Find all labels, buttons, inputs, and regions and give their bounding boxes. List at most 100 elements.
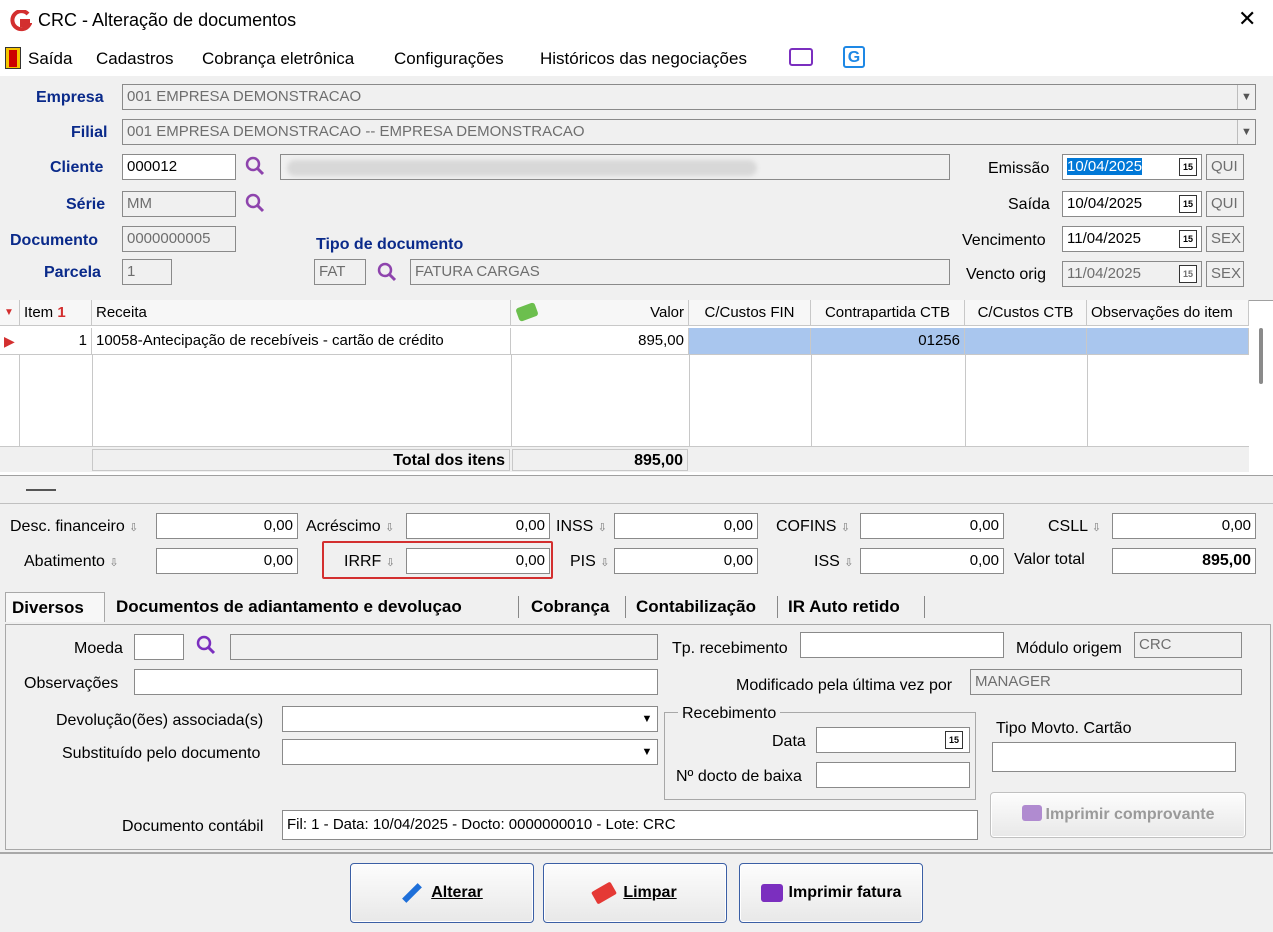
chevron-down-icon[interactable]: ▼ (639, 742, 655, 762)
cell-valor: 895,00 (511, 328, 689, 354)
col-cc-fin[interactable]: C/Custos FIN (689, 300, 811, 326)
iss-input[interactable]: 0,00 (860, 548, 1004, 574)
observacoes-input[interactable] (134, 669, 658, 695)
inss-label: INSS ⇩ (556, 518, 608, 535)
pis-input[interactable]: 0,00 (614, 548, 758, 574)
tipo-movto-input[interactable] (992, 742, 1236, 772)
grid-line (811, 354, 812, 446)
app-logo-icon (10, 10, 32, 32)
doc-contabil-field: Fil: 1 - Data: 10/04/2025 - Docto: 00000… (282, 810, 978, 840)
filial-combo[interactable]: 001 EMPRESA DEMONSTRACAO -- EMPRESA DEMO… (122, 119, 1256, 145)
csll-input[interactable]: 0,00 (1112, 513, 1256, 539)
menu-historicos[interactable]: Históricos das negociações (540, 49, 747, 69)
arrow-down-icon: ⇩ (129, 522, 139, 534)
col-receita[interactable]: Receita (92, 300, 511, 326)
cliente-input[interactable]: 000012 (122, 154, 236, 180)
search-icon[interactable] (245, 193, 265, 213)
total-value: 895,00 (512, 449, 688, 471)
col-item[interactable]: Item 1 (20, 300, 92, 326)
printer-icon (760, 883, 783, 902)
sort-asc-icon: 1 (57, 304, 66, 321)
serie-input[interactable]: MM (122, 191, 236, 217)
parcela-input[interactable]: 1 (122, 259, 172, 285)
documento-input[interactable]: 0000000005 (122, 226, 236, 252)
cell-receita: 10058-Antecipação de recebíveis - cartão… (92, 328, 511, 354)
acrescimo-input[interactable]: 0,00 (406, 513, 550, 539)
menu-saida[interactable]: Saída (28, 49, 72, 69)
substituido-combo[interactable]: ▼ (282, 739, 658, 765)
data-input[interactable]: / / 15 (816, 727, 970, 753)
col-valor[interactable]: Valor (511, 300, 689, 326)
close-icon[interactable]: ✕ (1238, 6, 1256, 32)
tab-separator (924, 596, 925, 618)
sort-indicator-icon: ▼ (0, 300, 20, 326)
pis-label: PIS ⇩ (570, 553, 610, 570)
col-observacoes[interactable]: Observações do item (1087, 300, 1249, 326)
inss-input[interactable]: 0,00 (614, 513, 758, 539)
tab-separator (777, 596, 778, 618)
tab-ir-auto-retido[interactable]: IR Auto retido (788, 592, 900, 622)
chevron-down-icon[interactable]: ▼ (639, 709, 655, 729)
emissao-label: Emissão (988, 160, 1050, 177)
vencimento-weekday: SEX (1206, 226, 1244, 252)
calendar-icon[interactable]: 15 (1179, 195, 1197, 213)
splitter-handle[interactable] (26, 489, 56, 491)
tab-cobranca[interactable]: Cobrança (531, 592, 609, 622)
tab-adiantamento[interactable]: Documentos de adiantamento e devoluçao (116, 592, 462, 622)
devolucao-combo[interactable]: ▼ (282, 706, 658, 732)
limpar-button[interactable]: Limpar (543, 863, 727, 923)
monitor-icon[interactable] (789, 48, 813, 66)
arrow-down-icon: ⇩ (600, 557, 610, 569)
saida-date[interactable]: 10/04/2025 15 (1062, 191, 1202, 217)
chevron-down-icon[interactable]: ▼ (1237, 120, 1255, 144)
abatimento-input[interactable]: 0,00 (156, 548, 298, 574)
tp-recebimento-label: Tp. recebimento (672, 640, 788, 657)
cell-cc-ctb[interactable] (965, 328, 1087, 354)
tp-recebimento-input[interactable] (800, 632, 1004, 658)
menu-cadastros[interactable]: Cadastros (96, 49, 173, 69)
cell-observacoes[interactable] (1087, 328, 1249, 354)
tipo-doc-code[interactable]: FAT (314, 259, 366, 285)
substituido-label: Substituído pelo documento (62, 745, 261, 762)
title-bar: CRC - Alteração de documentos ✕ (0, 0, 1273, 42)
search-icon[interactable] (245, 156, 265, 176)
cell-cc-fin[interactable] (689, 328, 811, 354)
irrf-input[interactable]: 0,00 (406, 548, 550, 574)
search-icon[interactable] (196, 635, 216, 655)
col-contrapartida[interactable]: Contrapartida CTB (811, 300, 965, 326)
alterar-button[interactable]: Alterar (350, 863, 534, 923)
arrow-down-icon: ⇩ (840, 522, 851, 534)
imprimir-comprovante-button[interactable]: Imprimir comprovante (990, 792, 1246, 838)
recebimento-group-title: Recebimento (678, 705, 781, 723)
row-pointer-icon: ▶ (4, 333, 15, 349)
cofins-input[interactable]: 0,00 (860, 513, 1004, 539)
tab-contabilizacao[interactable]: Contabilização (636, 592, 756, 622)
calendar-icon[interactable]: 15 (945, 731, 963, 749)
devolucao-label: Devolução(ões) associada(s) (56, 712, 264, 729)
docto-baixa-input[interactable] (816, 762, 970, 788)
tab-separator (625, 596, 626, 618)
vencto-orig-weekday: SEX (1206, 261, 1244, 287)
emissao-date[interactable]: 10/04/2025 15 (1062, 154, 1202, 180)
empresa-label: Empresa (36, 89, 104, 106)
menu-cobranca-eletronica[interactable]: Cobrança eletrônica (202, 49, 354, 69)
desc-financeiro-input[interactable]: 0,00 (156, 513, 298, 539)
chevron-down-icon[interactable]: ▼ (1237, 85, 1255, 109)
search-icon[interactable] (377, 262, 397, 282)
moeda-input[interactable] (134, 634, 184, 660)
exit-door-icon[interactable] (5, 47, 21, 69)
filial-label: Filial (71, 124, 108, 141)
cell-contrapartida[interactable]: 01256 (811, 328, 965, 354)
calendar-icon[interactable]: 15 (1179, 158, 1197, 176)
menu-configuracoes[interactable]: Configurações (394, 49, 504, 69)
calendar-icon[interactable]: 15 (1179, 230, 1197, 248)
empresa-combo[interactable]: 001 EMPRESA DEMONSTRACAO ▼ (122, 84, 1256, 110)
table-row[interactable]: 1 10058-Antecipação de recebíveis - cart… (20, 328, 1249, 354)
cell-item: 1 (20, 328, 92, 354)
imprimir-fatura-button[interactable]: Imprimir fatura (739, 863, 923, 923)
tab-diversos[interactable]: Diversos (5, 592, 105, 622)
help-icon[interactable]: G (843, 46, 865, 68)
col-cc-ctb[interactable]: C/Custos CTB (965, 300, 1087, 326)
vencimento-date[interactable]: 11/04/2025 15 (1062, 226, 1202, 252)
vertical-scrollbar[interactable] (1259, 328, 1263, 384)
